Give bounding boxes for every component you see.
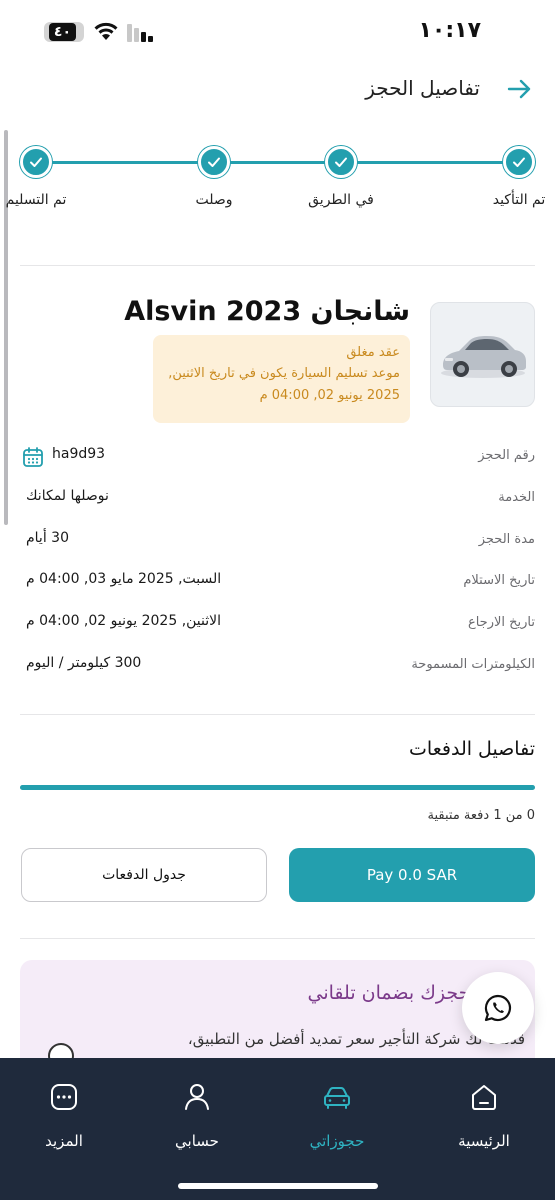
detail-value: 300 كيلومتر / اليوم: [26, 655, 142, 671]
wifi-icon: [94, 22, 118, 40]
nav-label: المزيد: [45, 1132, 83, 1150]
detail-booking-number: رقم الحجز ha9d93: [20, 446, 535, 472]
payments-remaining: 0 من 1 دفعة متبقية: [427, 808, 535, 823]
calendar-icon[interactable]: [22, 446, 44, 468]
arrow-right-icon[interactable]: [505, 74, 535, 104]
extension-text: قدمت لك شركة التأجير سعر تمديد أفضل من ا…: [187, 1030, 525, 1048]
home-icon: [472, 1085, 496, 1110]
detail-value: السبت, 2025 مايو 03, 04:00 م: [26, 571, 222, 587]
step-confirmed: تم التأكيد: [454, 140, 555, 208]
step-label: تم التأكيد: [492, 192, 546, 208]
detail-value: ha9d93: [52, 446, 106, 462]
check-icon: [503, 146, 535, 178]
detail-label: تاريخ الارجاع: [467, 615, 535, 630]
nav-label: الرئيسية: [458, 1132, 510, 1150]
battery-icon: ٤٠: [44, 22, 84, 42]
detail-label: رقم الحجز: [478, 448, 535, 463]
car-icon: [324, 1087, 350, 1109]
step-label: تم التسليم: [5, 192, 67, 208]
check-icon: [198, 146, 230, 178]
step-label: وصلت: [195, 192, 233, 208]
whatsapp-button[interactable]: [462, 972, 534, 1044]
detail-label: الخدمة: [498, 490, 535, 505]
detail-value: نوصلها لمكانك: [26, 488, 109, 504]
status-bar: ١٠:١٧ ٤٠: [0, 0, 555, 64]
home-indicator: [178, 1183, 378, 1189]
car-name: شانجان Alsvin 2023: [124, 296, 410, 327]
detail-label: مدة الحجز: [478, 532, 535, 547]
nav-label: حسابي: [175, 1132, 219, 1150]
bottom-navigation: الرئيسية حجوزاتي حسابي المزيد: [0, 1058, 555, 1200]
divider: [20, 938, 535, 939]
payments-title: تفاصيل الدفعات: [409, 738, 535, 760]
detail-label: الكيلومترات المسموحة: [411, 657, 535, 672]
check-icon: [20, 146, 52, 178]
contract-status-title: عقد مغلق: [346, 345, 400, 360]
divider: [20, 265, 535, 266]
nav-item-more[interactable]: المزيد: [4, 1080, 124, 1150]
whatsapp-icon: [484, 994, 512, 1022]
battery-level: ٤٠: [48, 23, 76, 41]
payments-progress-fill: [20, 785, 535, 790]
step-arrived: وصلت: [149, 140, 279, 208]
payment-schedule-button[interactable]: جدول الدفعات: [21, 848, 267, 902]
booking-status-stepper: تم التأكيد في الطريق وصلت تم التسليم: [6, 140, 545, 220]
detail-service: الخدمة نوصلها لمكانك: [20, 488, 535, 514]
user-icon: [185, 1084, 209, 1110]
car-image: [430, 302, 535, 407]
nav-item-my-bookings[interactable]: حجوزاتي: [277, 1080, 397, 1150]
nav-item-home[interactable]: الرئيسية: [424, 1080, 544, 1150]
detail-duration: مدة الحجز 30 أيام: [20, 530, 535, 556]
divider: [20, 714, 535, 715]
check-icon: [325, 146, 357, 178]
status-time: ١٠:١٧: [418, 18, 481, 43]
page-title: تفاصيل الحجز: [365, 76, 480, 100]
payments-progress: [20, 785, 535, 790]
detail-allowed-km: الكيلومترات المسموحة 300 كيلومتر / اليوم: [20, 655, 535, 681]
detail-label: تاريخ الاستلام: [463, 573, 535, 588]
cellular-signal-icon: [127, 24, 157, 42]
detail-value: الاثنين, 2025 يونيو 02, 04:00 م: [26, 613, 222, 629]
contract-status-box: عقد مغلق موعد تسليم السيارة يكون في تاري…: [153, 335, 410, 423]
step-delivered: تم التسليم: [0, 140, 101, 208]
step-on-the-way: في الطريق: [276, 140, 406, 208]
nav-label: حجوزاتي: [309, 1132, 365, 1150]
nav-item-account[interactable]: حسابي: [137, 1080, 257, 1150]
detail-value: 30 أيام: [26, 530, 69, 546]
step-label: في الطريق: [308, 192, 374, 208]
detail-pickup-date: تاريخ الاستلام السبت, 2025 مايو 03, 04:0…: [20, 571, 535, 597]
pay-button[interactable]: Pay 0.0 SAR: [289, 848, 535, 902]
more-icon: [51, 1084, 77, 1110]
app-header: تفاصيل الحجز: [0, 64, 555, 114]
contract-status-text: موعد تسليم السيارة يكون في تاريخ الاثنين…: [168, 366, 400, 403]
detail-return-date: تاريخ الارجاع الاثنين, 2025 يونيو 02, 04…: [20, 613, 535, 639]
